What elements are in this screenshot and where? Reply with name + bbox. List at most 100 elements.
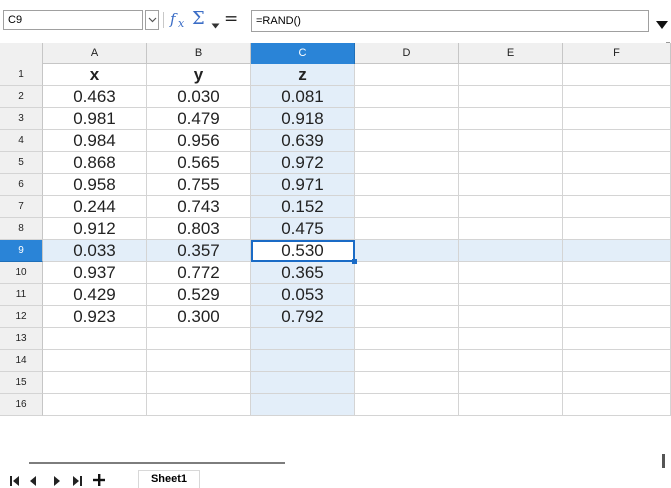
- cell-c11[interactable]: 0.053: [251, 284, 355, 306]
- cell-e15[interactable]: [459, 372, 563, 394]
- row-header[interactable]: 4: [0, 130, 43, 152]
- cell-b12[interactable]: 0.300: [147, 306, 251, 328]
- cell-f12[interactable]: [563, 306, 671, 328]
- cell-d6[interactable]: [355, 174, 459, 196]
- cell-c9[interactable]: 0.530: [251, 240, 355, 262]
- plus-icon[interactable]: [93, 474, 105, 486]
- cell-b15[interactable]: [147, 372, 251, 394]
- row-header[interactable]: 3: [0, 108, 43, 130]
- cell-c6[interactable]: 0.971: [251, 174, 355, 196]
- cell-a6[interactable]: 0.958: [43, 174, 147, 196]
- chevron-down-icon[interactable]: [145, 10, 159, 30]
- cell-d5[interactable]: [355, 152, 459, 174]
- cell-b16[interactable]: [147, 394, 251, 416]
- fill-handle[interactable]: [352, 259, 357, 264]
- row-header[interactable]: 2: [0, 86, 43, 108]
- formula-input[interactable]: =RAND(): [251, 10, 649, 32]
- cell-c10[interactable]: 0.365: [251, 262, 355, 284]
- row-header[interactable]: 12: [0, 306, 43, 328]
- cell-b7[interactable]: 0.743: [147, 196, 251, 218]
- cell-a10[interactable]: 0.937: [43, 262, 147, 284]
- cell-a4[interactable]: 0.984: [43, 130, 147, 152]
- cell-a3[interactable]: 0.981: [43, 108, 147, 130]
- column-header-b[interactable]: B: [147, 43, 251, 64]
- cell-e3[interactable]: [459, 108, 563, 130]
- cell-d1[interactable]: [355, 64, 459, 86]
- cell-b8[interactable]: 0.803: [147, 218, 251, 240]
- select-all-corner[interactable]: [0, 43, 43, 64]
- cell-c3[interactable]: 0.918: [251, 108, 355, 130]
- cell-d12[interactable]: [355, 306, 459, 328]
- cell-f15[interactable]: [563, 372, 671, 394]
- cell-e6[interactable]: [459, 174, 563, 196]
- cell-a16[interactable]: [43, 394, 147, 416]
- column-header-f[interactable]: F: [563, 43, 671, 64]
- cell-c15[interactable]: [251, 372, 355, 394]
- cell-e8[interactable]: [459, 218, 563, 240]
- row-header[interactable]: 11: [0, 284, 43, 306]
- cell-d10[interactable]: [355, 262, 459, 284]
- next-sheet-icon[interactable]: [53, 476, 61, 486]
- vertical-scroll-handle[interactable]: [662, 454, 665, 468]
- cell-b14[interactable]: [147, 350, 251, 372]
- row-header[interactable]: 7: [0, 196, 43, 218]
- row-header[interactable]: 8: [0, 218, 43, 240]
- sheet-tab[interactable]: Sheet1: [138, 470, 200, 488]
- cell-d7[interactable]: [355, 196, 459, 218]
- cell-e1[interactable]: [459, 64, 563, 86]
- cell-b3[interactable]: 0.479: [147, 108, 251, 130]
- cell-e4[interactable]: [459, 130, 563, 152]
- cell-f4[interactable]: [563, 130, 671, 152]
- row-header[interactable]: 6: [0, 174, 43, 196]
- cell-d15[interactable]: [355, 372, 459, 394]
- cell-c5[interactable]: 0.972: [251, 152, 355, 174]
- cell-a2[interactable]: 0.463: [43, 86, 147, 108]
- cell-c16[interactable]: [251, 394, 355, 416]
- horizontal-scrollbar[interactable]: [29, 462, 285, 464]
- fx-icon[interactable]: f x: [169, 8, 191, 30]
- cell-e10[interactable]: [459, 262, 563, 284]
- sigma-icon[interactable]: Σ: [192, 8, 208, 30]
- row-header[interactable]: 1: [0, 64, 43, 86]
- first-sheet-icon[interactable]: [10, 476, 20, 486]
- cell-b10[interactable]: 0.772: [147, 262, 251, 284]
- cell-e12[interactable]: [459, 306, 563, 328]
- cell-c7[interactable]: 0.152: [251, 196, 355, 218]
- cell-f5[interactable]: [563, 152, 671, 174]
- cell-b1[interactable]: y: [147, 64, 251, 86]
- triangle-down-icon[interactable]: [656, 16, 668, 29]
- cell-f13[interactable]: [563, 328, 671, 350]
- cell-c1[interactable]: z: [251, 64, 355, 86]
- cell-f9[interactable]: [563, 240, 671, 262]
- cell-c14[interactable]: [251, 350, 355, 372]
- cell-d3[interactable]: [355, 108, 459, 130]
- cell-b5[interactable]: 0.565: [147, 152, 251, 174]
- cell-d16[interactable]: [355, 394, 459, 416]
- cell-c12[interactable]: 0.792: [251, 306, 355, 328]
- column-header-a[interactable]: A: [43, 43, 147, 64]
- last-sheet-icon[interactable]: [72, 476, 82, 486]
- cell-e11[interactable]: [459, 284, 563, 306]
- cell-c2[interactable]: 0.081: [251, 86, 355, 108]
- name-box[interactable]: C9: [3, 10, 143, 30]
- cell-e9[interactable]: [459, 240, 563, 262]
- row-header[interactable]: 15: [0, 372, 43, 394]
- cell-e2[interactable]: [459, 86, 563, 108]
- cell-a15[interactable]: [43, 372, 147, 394]
- cell-f11[interactable]: [563, 284, 671, 306]
- cell-b6[interactable]: 0.755: [147, 174, 251, 196]
- cell-f14[interactable]: [563, 350, 671, 372]
- cell-a1[interactable]: x: [43, 64, 147, 86]
- cell-e7[interactable]: [459, 196, 563, 218]
- cell-f7[interactable]: [563, 196, 671, 218]
- cell-d4[interactable]: [355, 130, 459, 152]
- cell-b4[interactable]: 0.956: [147, 130, 251, 152]
- cell-a8[interactable]: 0.912: [43, 218, 147, 240]
- cell-a5[interactable]: 0.868: [43, 152, 147, 174]
- cell-f16[interactable]: [563, 394, 671, 416]
- row-header[interactable]: 10: [0, 262, 43, 284]
- row-header[interactable]: 5: [0, 152, 43, 174]
- cell-a12[interactable]: 0.923: [43, 306, 147, 328]
- cell-a9[interactable]: 0.033: [43, 240, 147, 262]
- cell-b11[interactable]: 0.529: [147, 284, 251, 306]
